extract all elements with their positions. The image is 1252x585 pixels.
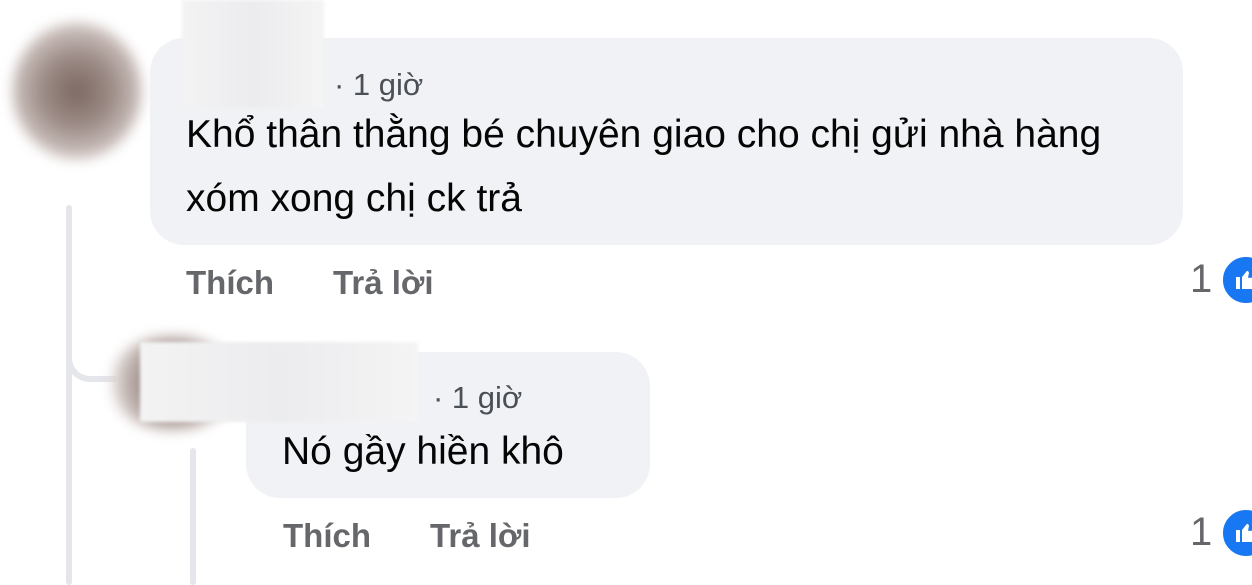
thumbs-up-icon xyxy=(1236,523,1252,542)
comment-text: Nó gầy hiền khô xyxy=(282,430,564,473)
thread-curve-reply xyxy=(66,330,116,382)
comment-text: Khổ thân thằng bé chuyên giao cho chị gử… xyxy=(186,113,1102,220)
reaction-count[interactable]: 1 xyxy=(1190,510,1212,555)
reply-button[interactable]: Trả lời xyxy=(430,517,531,555)
comment-timestamp[interactable]: · 1 giờ xyxy=(334,67,423,103)
like-icon[interactable] xyxy=(1220,254,1252,306)
author-name-redacted[interactable] xyxy=(182,0,324,108)
author-name-redacted[interactable] xyxy=(140,342,418,422)
thread-line-main xyxy=(66,205,72,585)
thumbs-up-icon xyxy=(1236,270,1252,289)
avatar[interactable] xyxy=(12,22,142,160)
like-button[interactable]: Thích xyxy=(283,517,371,555)
comment-timestamp[interactable]: · 1 giờ xyxy=(433,380,522,416)
like-icon[interactable] xyxy=(1220,507,1252,559)
reaction-count[interactable]: 1 xyxy=(1190,257,1212,302)
reply-button[interactable]: Trả lời xyxy=(333,264,434,302)
thread-line-reply xyxy=(190,448,196,585)
like-button[interactable]: Thích xyxy=(186,264,274,302)
